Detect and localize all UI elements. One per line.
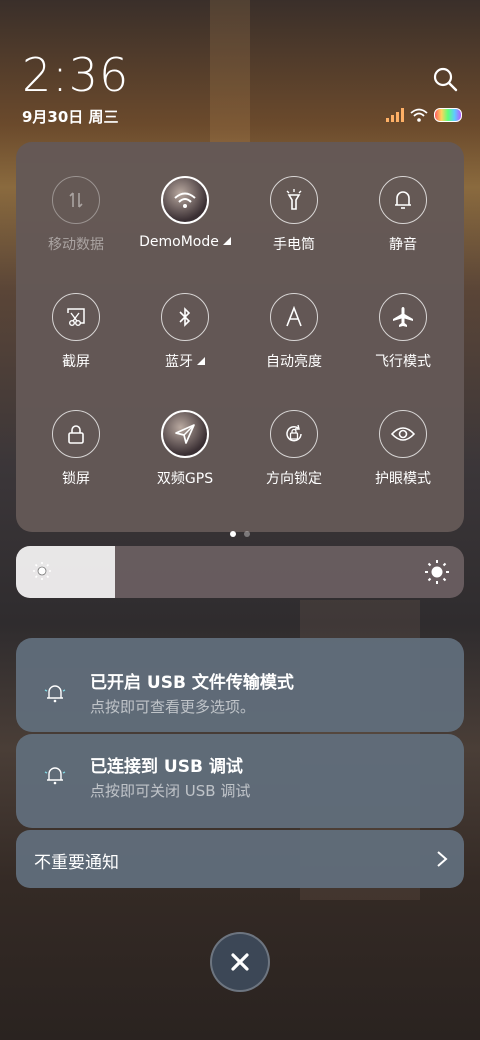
tile-eye-care[interactable]: 护眼模式 — [348, 410, 458, 510]
unimportant-notifications-button[interactable]: 不重要通知 — [16, 830, 464, 888]
tile-silent[interactable]: 静音 — [348, 176, 458, 276]
notification-title: 已连接到 USB 调试 — [90, 757, 243, 777]
tile-label: 护眼模式 — [375, 471, 431, 487]
screenshot-icon — [52, 293, 100, 341]
date: 9月30日 周三 — [22, 108, 119, 126]
chevron-right-icon — [437, 851, 448, 867]
bell-icon — [379, 176, 427, 224]
page-dot-active — [230, 531, 236, 537]
tile-label: DemoMode — [130, 234, 240, 250]
notification-bell-icon — [44, 767, 66, 785]
tile-dual-gps[interactable]: 双频GPS — [130, 410, 240, 510]
wifi-icon — [161, 176, 209, 224]
tile-label: 飞行模式 — [375, 354, 431, 370]
gps-icon — [161, 410, 209, 458]
tile-label: 双频GPS — [156, 471, 214, 487]
tile-airplane[interactable]: 飞行模式 — [348, 293, 458, 393]
tile-lock-screen[interactable]: 锁屏 — [21, 410, 131, 510]
notification-subtitle: 点按即可查看更多选项。 — [90, 698, 256, 716]
notification-subtitle: 点按即可关闭 USB 调试 — [90, 782, 251, 800]
rotation-lock-icon — [270, 410, 318, 458]
mobile-data-icon — [52, 176, 100, 224]
brightness-low-icon — [33, 562, 51, 580]
tile-auto-brightness[interactable]: 自动亮度 — [239, 293, 349, 393]
tile-label: 蓝牙 — [130, 351, 240, 371]
flashlight-icon — [270, 176, 318, 224]
tile-screenshot[interactable]: 截屏 — [21, 293, 131, 393]
status-bar: 2:36 9月30日 周三 — [0, 0, 480, 140]
brightness-fill — [16, 546, 115, 598]
eye-icon — [379, 410, 427, 458]
tile-label: 移动数据 — [48, 237, 104, 253]
signal-icon — [386, 108, 404, 122]
bluetooth-icon — [161, 293, 209, 341]
auto-brightness-icon — [270, 293, 318, 341]
tile-label: 自动亮度 — [266, 354, 322, 370]
clock: 2:36 — [22, 48, 130, 102]
close-icon — [231, 953, 249, 971]
brightness-slider[interactable] — [16, 546, 464, 598]
expand-triangle-icon — [222, 237, 231, 245]
tile-bluetooth[interactable]: 蓝牙 — [130, 293, 240, 393]
tile-label: 方向锁定 — [266, 471, 322, 487]
tile-demomode[interactable]: DemoMode — [130, 176, 240, 276]
tile-label: 锁屏 — [62, 471, 90, 487]
tile-rotation-lock[interactable]: 方向锁定 — [239, 410, 349, 510]
search-icon[interactable] — [432, 66, 458, 92]
lock-icon — [52, 410, 100, 458]
expand-triangle-icon — [197, 357, 205, 365]
notification-usb-transfer[interactable]: 已开启 USB 文件传输模式 点按即可查看更多选项。 — [16, 638, 464, 732]
airplane-icon — [379, 293, 427, 341]
notification-usb-debug[interactable]: 已连接到 USB 调试 点按即可关闭 USB 调试 — [16, 734, 464, 828]
notification-bell-icon — [44, 685, 66, 703]
notification-title: 已开启 USB 文件传输模式 — [90, 673, 294, 693]
tile-label: 静音 — [389, 237, 417, 253]
tile-mobile-data[interactable]: 移动数据 — [21, 176, 131, 276]
tile-label: 截屏 — [62, 354, 90, 370]
unimportant-label: 不重要通知 — [34, 853, 119, 873]
battery-icon — [434, 108, 462, 122]
page-dot — [244, 531, 250, 537]
tile-flashlight[interactable]: 手电筒 — [239, 176, 349, 276]
tile-label: 手电筒 — [273, 237, 315, 253]
brightness-high-icon — [425, 560, 449, 584]
page-indicator — [16, 522, 464, 541]
clear-all-button[interactable] — [210, 932, 270, 992]
quick-settings-panel: 移动数据 DemoMode 手电筒 静音 截屏 蓝牙 自动亮度 飞行模式 锁屏 … — [16, 142, 464, 537]
wifi-icon — [410, 108, 428, 122]
system-icons — [386, 108, 462, 122]
